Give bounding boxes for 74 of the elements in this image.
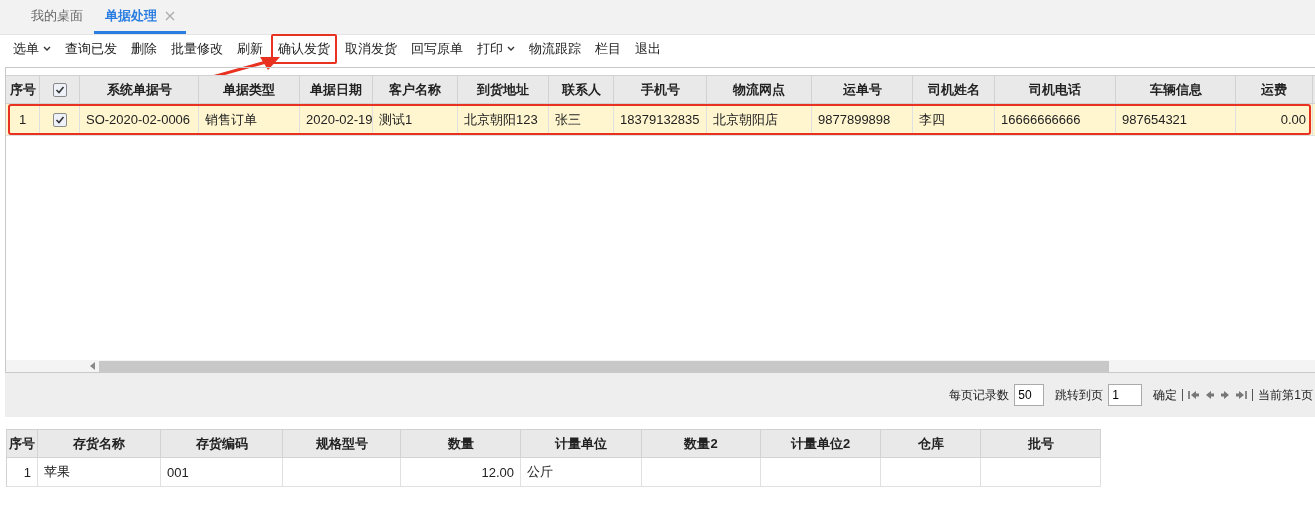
close-icon[interactable]	[165, 11, 175, 21]
column-header: 存货名称	[38, 430, 161, 457]
tab[interactable]: 我的桌面	[20, 7, 94, 34]
scrollbar-thumb[interactable]	[99, 360, 1109, 372]
toolbar-button[interactable]: 刷新	[231, 35, 269, 62]
caret-icon	[507, 45, 515, 52]
toolbar-button[interactable]: 批量修改	[165, 35, 229, 62]
toolbar-button[interactable]: 物流跟踪	[523, 35, 587, 62]
toolbar-button[interactable]: 打印	[471, 35, 521, 62]
column-header: 仓库	[881, 430, 981, 457]
column-header: 物流网点	[707, 76, 812, 103]
caret-icon	[43, 45, 51, 52]
column-header: 司机姓名	[913, 76, 995, 103]
column-header: 运费	[1236, 76, 1313, 103]
page-number-field[interactable]: 1	[1108, 384, 1143, 406]
column-header: 联系人	[549, 76, 614, 103]
table-cell: 测试1	[373, 104, 458, 135]
first-page-icon[interactable]	[1188, 390, 1201, 400]
next-page-icon[interactable]	[1220, 390, 1231, 400]
column-header: 批号	[981, 430, 1101, 457]
column-header: 到货地址	[458, 76, 549, 103]
table-cell: 9877899898	[812, 104, 913, 135]
table-cell: 987654321	[1116, 104, 1236, 135]
table-cell: 12.00	[401, 458, 521, 486]
confirm-link[interactable]: 确定	[1153, 386, 1178, 404]
scroll-left-icon[interactable]	[90, 362, 96, 370]
current-page-text: 当前第1页	[1258, 386, 1313, 404]
table-cell: 16666666666	[995, 104, 1116, 135]
table-cell: 公斤	[521, 458, 642, 486]
toolbar-button[interactable]: 退出	[629, 35, 667, 62]
select-all-checkbox[interactable]	[52, 82, 67, 97]
page-size-field[interactable]: 50	[1014, 384, 1045, 406]
table-cell: 苹果	[38, 458, 161, 486]
toolbar-button[interactable]: 选单	[7, 35, 57, 62]
column-header: 计量单位	[521, 430, 642, 457]
column-header: 序号	[7, 430, 38, 457]
column-header: 单据日期	[300, 76, 373, 103]
column-header: 手机号	[614, 76, 707, 103]
last-page-icon[interactable]	[1235, 390, 1248, 400]
column-header: 运单号	[812, 76, 913, 103]
table-cell: 北京朝阳123	[458, 104, 549, 135]
column-header: 客户名称	[373, 76, 458, 103]
column-header: 数量2	[642, 430, 761, 457]
table-row[interactable]: 1 SO-2020-02-0006 销售订单 2020-02-19 测试1 北京朝阳123 张三 18379132835 北京朝阳店 9877899898 李四 16666666666 987654321 0.00	[6, 104, 1315, 136]
column-header: 车辆信息	[1116, 76, 1236, 103]
previous-page-icon[interactable]	[1205, 390, 1216, 400]
toolbar-button[interactable]: 栏目	[589, 35, 627, 62]
column-header: 数量	[401, 430, 521, 457]
table-cell: 1	[7, 458, 38, 486]
table-cell: 2020-02-19	[300, 104, 373, 135]
table-cell: 销售订单	[199, 104, 300, 135]
toolbar-button[interactable]: 删除	[125, 35, 163, 62]
table-cell: 001	[161, 458, 283, 486]
toolbar-button[interactable]: 回写原单	[405, 35, 469, 62]
column-header: 计量单位2	[761, 430, 881, 457]
table-cell: SO-2020-02-0006	[80, 104, 199, 135]
table-cell: 北京朝阳店	[707, 104, 812, 135]
tab[interactable]: 单据处理	[94, 7, 186, 34]
column-header: 规格型号	[283, 430, 401, 457]
goto-label: 跳转到页	[1055, 386, 1104, 404]
page-size-label: 每页记录数	[949, 386, 1010, 404]
column-header: 存货编码	[161, 430, 283, 457]
table-cell: 18379132835	[614, 104, 707, 135]
column-header: 司机电话	[995, 76, 1116, 103]
row-checkbox[interactable]	[52, 112, 67, 127]
table-cell: 1	[6, 104, 40, 135]
column-header: 序号	[6, 76, 40, 103]
table-cell: 李四	[913, 104, 995, 135]
column-header: 单据类型	[199, 76, 300, 103]
table-cell: 0.00	[1236, 104, 1313, 135]
table-cell: 张三	[549, 104, 614, 135]
toolbar-button[interactable]: 查询已发	[59, 35, 123, 62]
toolbar-button[interactable]: 取消发货	[339, 35, 403, 62]
column-header: 系统单据号	[80, 76, 199, 103]
